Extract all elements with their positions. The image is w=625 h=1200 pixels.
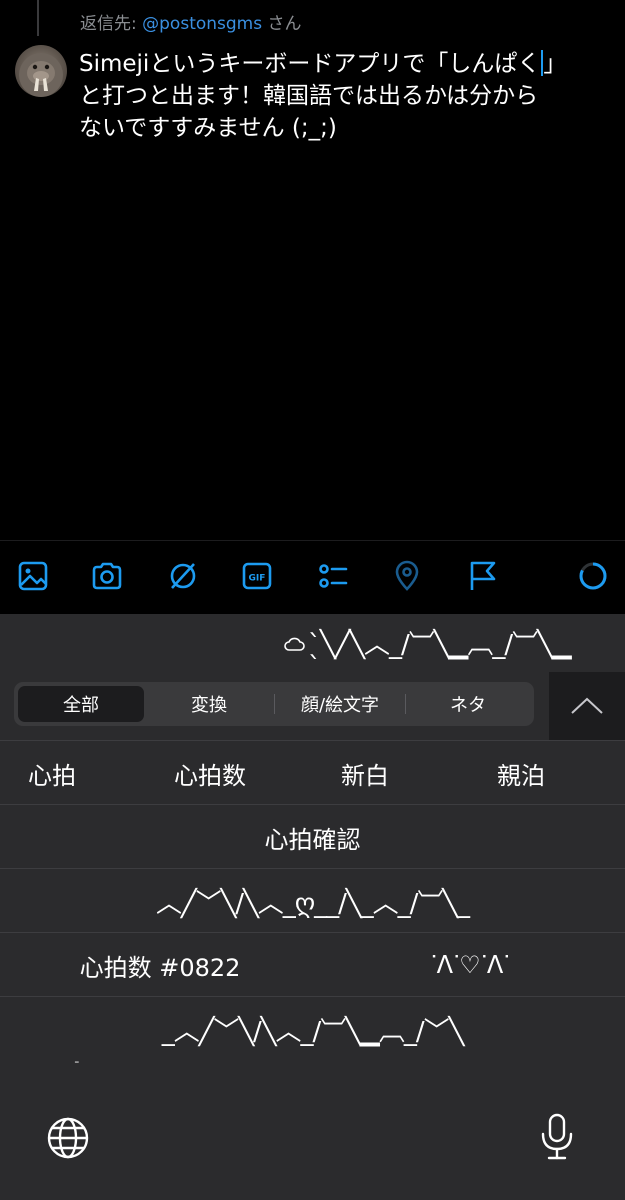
- flag-button[interactable]: [466, 559, 500, 593]
- camera-icon: [92, 562, 122, 590]
- tweet-text-field[interactable]: Simejiというキーボードアプリで「しんぱく」 と打つと出ます！韓国語では出る…: [79, 48, 614, 144]
- tweet-line-1: Simejiというキーボードアプリで「しんぱく」: [79, 48, 614, 80]
- no-sign-button[interactable]: [166, 559, 200, 593]
- gif-button[interactable]: GIF: [240, 559, 274, 593]
- poll-icon: [319, 564, 348, 588]
- tab-all[interactable]: 全部: [18, 686, 144, 722]
- candidate-item[interactable]: 心拍数: [130, 741, 290, 805]
- cloud-icon: [284, 637, 305, 651]
- image-icon: [18, 561, 48, 591]
- compose-area: 返信先: @postonsgms さん Simejiというキーボードアプリで「し…: [0, 0, 625, 540]
- no-sign-icon: [170, 563, 196, 589]
- kaomoji-preview-text: ˎ̀╲╱╲︿_/︺╲▁︹_/︺╲▁: [308, 630, 572, 660]
- gif-icon-label: GIF: [249, 574, 266, 584]
- candidate-row: 心拍数 #0822 ᐝᐱᐝ♡ᐝᐱᐝ: [0, 932, 625, 996]
- tab-emoji[interactable]: 顔/絵文字: [275, 686, 405, 722]
- collapse-button[interactable]: [549, 672, 625, 740]
- progress-ring-icon: [579, 562, 607, 590]
- chevron-up-icon: [571, 697, 603, 714]
- candidate-item[interactable]: ᐝᐱᐝ♡ᐝᐱᐝ: [380, 933, 560, 997]
- tab-convert[interactable]: 変換: [144, 686, 274, 722]
- thread-connector-line: [37, 0, 39, 36]
- camera-button[interactable]: [90, 559, 124, 593]
- image-button[interactable]: [16, 559, 50, 593]
- reply-handle-link[interactable]: @postonsgms: [142, 14, 262, 34]
- category-segmented-control: 全部 変換 顔/絵文字 ネタ: [14, 682, 534, 726]
- candidate-row: _︿╱﹀╲/╲︿_/︺╲▁︹_/﹀╲: [0, 996, 625, 1060]
- partial-candidate[interactable]: ᐨ: [74, 1058, 79, 1074]
- tweet-line-1-text: Simejiというキーボードアプリで「しんぱく: [79, 51, 541, 77]
- reply-to-label: 返信先: @postonsgms さん: [80, 9, 302, 34]
- candidate-row: ︿╱﹀╲/╲︿_ღ__/╲_︿_/︺╲_: [0, 868, 625, 932]
- candidate-item[interactable]: 心拍: [0, 741, 104, 805]
- candidate-item[interactable]: 親泊: [456, 741, 586, 805]
- microphone-icon[interactable]: [537, 1112, 577, 1162]
- compose-toolbar: GIF: [0, 540, 625, 614]
- location-button[interactable]: [390, 559, 424, 593]
- poll-button[interactable]: [316, 559, 350, 593]
- globe-icon[interactable]: [44, 1114, 92, 1162]
- reply-prefix: 返信先:: [80, 14, 143, 34]
- candidate-item[interactable]: 心拍確認: [0, 805, 625, 869]
- tweet-line-3: ないですすみません (;_;): [79, 115, 337, 141]
- candidate-row: 心拍確認: [0, 804, 625, 868]
- walrus-avatar-icon: [19, 53, 63, 97]
- candidate-list: 心拍 心拍数 新白 親泊 心拍確認 ︿╱﹀╲/╲︿_ღ__/╲_︿_/︺╲_ 心…: [0, 740, 625, 1060]
- candidate-item[interactable]: ︿╱﹀╲/╲︿_ღ__/╲_︿_/︺╲_: [0, 869, 625, 933]
- candidate-row: 心拍 心拍数 新白 親泊: [0, 740, 625, 804]
- keyboard-bottom-bar: ᐨ: [0, 1058, 625, 1200]
- kaomoji-preview-strip[interactable]: ˎ̀╲╱╲︿_/︺╲▁︹_/︺╲▁: [0, 614, 625, 672]
- location-icon: [395, 560, 419, 591]
- candidate-item[interactable]: 心拍数 #0822: [40, 933, 280, 997]
- candidate-item[interactable]: _︿╱﹀╲/╲︿_/︺╲▁︹_/﹀╲: [0, 997, 625, 1061]
- tab-neta[interactable]: ネタ: [406, 686, 530, 722]
- avatar[interactable]: [15, 45, 67, 97]
- tweet-line-2: と打つと出ます！韓国語では出るかは分から: [79, 83, 539, 109]
- keyboard: ˎ̀╲╱╲︿_/︺╲▁︹_/︺╲▁ 全部 変換 顔/絵文字 ネタ 心拍 心拍数 …: [0, 614, 625, 1200]
- flag-icon: [470, 561, 496, 590]
- character-count-ring: [576, 559, 610, 593]
- tweet-line-1-close: 」: [543, 51, 567, 77]
- reply-suffix: さん: [262, 14, 302, 34]
- candidate-item[interactable]: 新白: [300, 741, 430, 805]
- gif-icon: GIF: [242, 562, 272, 590]
